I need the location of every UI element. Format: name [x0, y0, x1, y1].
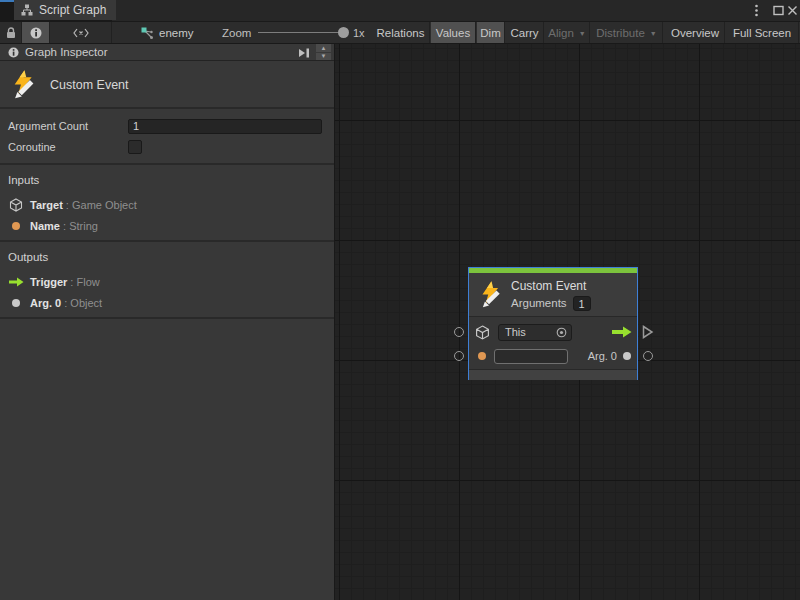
argument-count-input[interactable]: [128, 119, 322, 134]
port-name: Trigger: [30, 276, 67, 288]
maximize-icon[interactable]: [771, 3, 785, 19]
port-type: : Object: [61, 297, 102, 309]
dock-toggle-button[interactable]: [296, 45, 312, 60]
code-icon: [73, 28, 89, 38]
input-row-name: Name : String: [8, 215, 334, 236]
output-port-trigger[interactable]: [642, 325, 654, 339]
toolbar-button-label: Align: [548, 27, 574, 39]
argument-count-label: Argument Count: [8, 120, 128, 132]
input-port-target[interactable]: [454, 327, 464, 337]
orange-dot-icon[interactable]: [478, 352, 486, 360]
toolbar-button-label: Values: [436, 27, 470, 39]
input-row-target: Target : Game Object: [8, 194, 334, 215]
outputs-section: Outputs Trigger : Flow Arg. 0 : Object: [0, 242, 334, 313]
output-row-trigger: Trigger : Flow: [8, 271, 334, 292]
flow-arrow-icon[interactable]: [612, 326, 632, 338]
input-port-name[interactable]: [454, 351, 464, 361]
toolbar-button-carry[interactable]: Carry: [506, 22, 544, 43]
event-name-input[interactable]: [494, 349, 568, 364]
coroutine-label: Coroutine: [8, 141, 128, 153]
breadcrumb-graph[interactable]: enemy: [140, 22, 194, 43]
gray-dot-icon: [8, 299, 24, 307]
dock-icon: [298, 48, 310, 58]
script-graph-asset-icon: [140, 26, 154, 40]
toolbar-button-values[interactable]: Values: [431, 22, 476, 43]
target-value: This: [505, 326, 556, 338]
info-icon: [30, 27, 42, 39]
toolbar-button-distribute[interactable]: Distribute ▼: [591, 22, 663, 43]
chevron-down-icon: ▼: [579, 30, 586, 37]
zoom-value: 1x: [353, 22, 365, 43]
node-title: Custom Event: [511, 279, 591, 293]
graph-icon: [21, 4, 33, 16]
scroll-down-icon[interactable]: ▼: [316, 53, 331, 61]
lock-button[interactable]: [0, 22, 22, 43]
toolbar-button-label: Relations: [377, 27, 425, 39]
gray-dot-icon[interactable]: [623, 352, 631, 360]
output-row-arg0: Arg. 0 : Object: [8, 292, 334, 313]
cube-icon: [475, 325, 490, 340]
port-name: Name: [30, 220, 60, 232]
close-icon[interactable]: [785, 3, 799, 19]
custom-event-node[interactable]: Custom Event Arguments 1 This: [468, 267, 638, 380]
inspector-title: Graph Inspector: [25, 46, 107, 58]
graph-inspector-panel: Graph Inspector ▲ ▼ Custom Event Argumen…: [0, 44, 335, 600]
scroll-spinner[interactable]: ▲ ▼: [316, 44, 331, 61]
toolbar-button-dim[interactable]: Dim: [477, 22, 505, 43]
custom-event-icon: [12, 68, 37, 101]
inspector-toggle-button[interactable]: [22, 22, 50, 43]
graph-name: enemy: [159, 27, 194, 39]
custom-event-icon: [480, 280, 503, 309]
tab-script-graph[interactable]: Script Graph: [14, 0, 116, 20]
toolbar-button-overview[interactable]: Overview: [666, 22, 725, 43]
orange-dot-icon: [8, 222, 24, 230]
toolbar-button-label: Full Screen: [733, 27, 791, 39]
code-view-button[interactable]: [50, 22, 112, 43]
toolbar-button-label: Dim: [480, 27, 500, 39]
outputs-title: Outputs: [8, 251, 334, 263]
argument-count-row: Argument Count: [8, 118, 322, 134]
info-icon: [8, 47, 19, 58]
menu-dots-icon[interactable]: [749, 3, 763, 19]
toolbar-button-align[interactable]: Align ▼: [545, 22, 590, 43]
inputs-title: Inputs: [8, 174, 334, 186]
coroutine-row: Coroutine: [8, 139, 322, 155]
graph-canvas[interactable]: Custom Event Arguments 1 This: [335, 44, 800, 600]
inspector-event-section: Custom Event: [0, 62, 334, 107]
output-port-arg0[interactable]: [643, 351, 653, 361]
zoom-slider-knob[interactable]: [338, 27, 349, 38]
toolbar-button-label: Carry: [510, 27, 538, 39]
inspector-header: Graph Inspector ▲ ▼: [0, 44, 334, 61]
chevron-down-icon: ▼: [650, 30, 657, 37]
lock-icon: [6, 27, 16, 39]
toolbar-button-full-screen[interactable]: Full Screen: [726, 22, 799, 43]
node-arguments-label: Arguments: [511, 297, 567, 309]
target-dropdown[interactable]: This: [498, 324, 572, 341]
port-type: : Game Object: [63, 199, 137, 211]
toolbar-button-label: Overview: [671, 27, 719, 39]
node-header[interactable]: Custom Event Arguments 1: [469, 273, 637, 317]
port-type: : Flow: [67, 276, 99, 288]
object-picker-icon[interactable]: [556, 327, 567, 338]
inspector-event-title: Custom Event: [50, 78, 129, 92]
title-bar: Script Graph: [0, 0, 800, 22]
port-type: : String: [60, 220, 98, 232]
port-name: Target: [30, 199, 63, 211]
node-footer: [469, 369, 637, 380]
toolbar-button-label: Distribute: [596, 27, 645, 39]
arg-output-label: Arg. 0: [588, 350, 617, 362]
scroll-up-icon[interactable]: ▲: [316, 44, 331, 52]
coroutine-checkbox[interactable]: [128, 140, 142, 154]
zoom-label: Zoom: [222, 22, 251, 43]
toolbar-button-relations[interactable]: Relations: [372, 22, 430, 43]
flow-arrow-icon: [8, 277, 24, 287]
inputs-section: Inputs Target : Game Object Name : Strin…: [0, 165, 334, 236]
zoom-slider-track[interactable]: [258, 32, 346, 33]
cube-icon: [8, 198, 24, 212]
toolbar: enemy Zoom 1x Relations Values Dim Carry Ali…: [0, 22, 800, 44]
port-name: Arg. 0: [30, 297, 61, 309]
node-arguments-badge[interactable]: 1: [573, 296, 591, 311]
tab-label: Script Graph: [39, 3, 106, 17]
